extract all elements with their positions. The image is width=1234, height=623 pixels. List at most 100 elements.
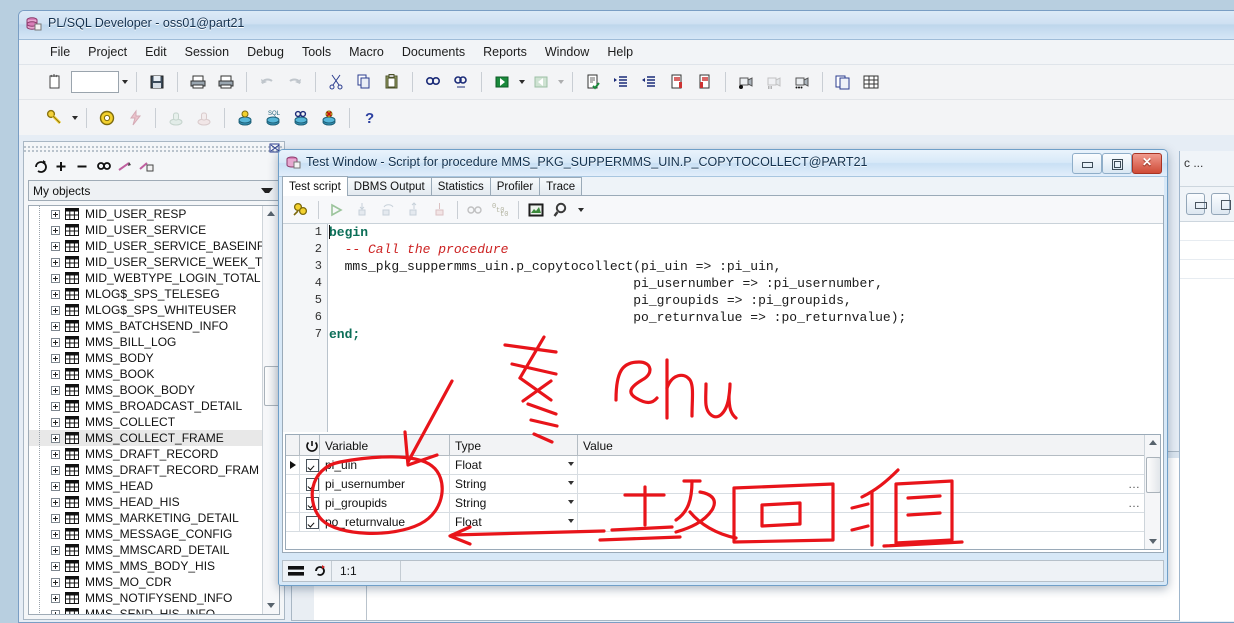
refresh-icon[interactable] [309,564,331,578]
tree-item-mms_broadcast_detail[interactable]: MMS_BROADCAST_DETAIL [29,398,263,414]
copy-window-icon[interactable] [831,70,855,94]
expand-plus-icon[interactable] [51,290,60,299]
background-maximize-icon[interactable] [1211,193,1231,215]
expand-plus-icon[interactable] [51,274,60,283]
tree-item-mms_book_body[interactable]: MMS_BOOK_BODY [29,382,263,398]
find-db-icon[interactable] [289,106,313,130]
expand-plus-icon[interactable] [51,306,60,315]
tree-item-mms_marketing_detail[interactable]: MMS_MARKETING_DETAIL [29,510,263,526]
table-row[interactable]: po_returnvalue Float [286,513,1160,532]
tree-item-mlog$_sps_teleseg[interactable]: MLOG$_SPS_TELESEG [29,286,263,302]
cell-variable[interactable]: pi_usernumber [320,475,450,493]
uncomment-icon[interactable] [693,70,717,94]
row-checkbox[interactable] [300,513,320,531]
cut-icon[interactable] [324,70,348,94]
tree-item-mms_bill_log[interactable]: MMS_BILL_LOG [29,334,263,350]
row-checkbox[interactable] [300,475,320,493]
expand-plus-icon[interactable] [51,514,60,523]
expand-plus-icon[interactable] [51,418,60,427]
close-icon[interactable]: ✕ [1132,153,1162,174]
minimize-icon[interactable] [1072,153,1102,174]
find-icon[interactable] [421,70,445,94]
row-checkbox[interactable] [300,456,320,474]
find-dropdown-arrow[interactable] [575,198,586,222]
find-icon[interactable] [549,198,575,222]
cell-variable[interactable]: pi_uin [320,456,450,474]
row-checkbox[interactable] [300,494,320,512]
expand-plus-icon[interactable] [51,578,60,587]
window-list-dropdown-arrow[interactable] [119,70,130,94]
cell-value[interactable] [578,513,1160,531]
expand-plus-icon[interactable] [51,466,60,475]
grid-icon[interactable] [859,70,883,94]
tab-profiler[interactable]: Profiler [489,177,541,196]
cell-variable[interactable]: po_returnvalue [320,513,450,531]
expand-plus-icon[interactable] [51,370,60,379]
scroll-down-arrow[interactable] [263,598,279,614]
tree-item-mms_message_config[interactable]: MMS_MESSAGE_CONFIG [29,526,263,542]
chevron-down-icon[interactable] [568,500,574,504]
chevron-down-icon[interactable] [568,481,574,485]
object-tree[interactable]: MID_USER_RESP MID_USER_SERVICE MID_USER_SE… [29,206,263,614]
tree-item-mms_batchsend_info[interactable]: MMS_BATCHSEND_INFO [29,318,263,334]
menu-help[interactable]: Help [598,42,642,62]
expand-plus-icon[interactable] [51,242,60,251]
object-tree-scrollbar[interactable] [262,206,279,614]
expand-plus-icon[interactable] [51,482,60,491]
tree-item-mms_collect[interactable]: MMS_COLLECT [29,414,263,430]
expand-plus-icon[interactable] [51,226,60,235]
tree-item-mid_webtype_login_total[interactable]: MID_WEBTYPE_LOGIN_TOTAL [29,270,263,286]
scroll-up-arrow[interactable] [263,206,279,222]
cell-variable[interactable]: pi_groupids [320,494,450,512]
expand-plus-icon[interactable] [51,562,60,571]
tree-item-mid_user_service_week_t[interactable]: MID_USER_SERVICE_WEEK_T [29,254,263,270]
tree-item-mms_mms_body_his[interactable]: MMS_MMS_BODY_HIS [29,558,263,574]
tree-item-mms_draft_record[interactable]: MMS_DRAFT_RECORD [29,446,263,462]
test-script-editor[interactable]: 1 2 3 4 5 6 7 begin -- Call the procedur… [283,224,1163,432]
view-icon[interactable] [523,198,549,222]
expand-plus-icon[interactable] [51,530,60,539]
tree-item-mms_send_his_info[interactable]: MMS_SEND_HIS_INFO [29,606,263,614]
tree-item-mms_mmscard_detail[interactable]: MMS_MMSCARD_DETAIL [29,542,263,558]
value-ellipsis-button[interactable]: … [1128,496,1141,510]
expand-plus-icon[interactable] [51,386,60,395]
editor-text[interactable]: begin -- Call the procedure mms_pkg_supp… [329,224,1161,432]
cell-type[interactable]: String [450,494,578,512]
tree-item-mid_user_service_baseinf[interactable]: MID_USER_SERVICE_BASEINF [29,238,263,254]
header-type[interactable]: Type [450,435,578,455]
object-filter-dropdown[interactable]: My objects [28,180,280,201]
open-dropdown-arrow[interactable] [516,70,527,94]
grid-scrollbar[interactable] [1144,435,1160,549]
disconnect-icon[interactable] [317,106,341,130]
expand-plus-icon[interactable] [51,450,60,459]
login-icon[interactable] [233,106,257,130]
expand-plus-icon[interactable] [51,610,60,614]
print-icon[interactable] [186,70,210,94]
tree-item-mid_user_service[interactable]: MID_USER_SERVICE [29,222,263,238]
copy-name-icon[interactable] [135,156,156,176]
tree-item-mms_draft_record_fram[interactable]: MMS_DRAFT_RECORD_FRAM [29,462,263,478]
cell-value[interactable]: … [578,494,1160,512]
tab-test-script[interactable]: Test script [282,176,348,196]
maximize-icon[interactable] [1102,153,1132,174]
header-variable[interactable]: Variable [320,435,450,455]
table-row[interactable]: pi_usernumber String … [286,475,1160,494]
expand-plus-icon[interactable] [51,210,60,219]
variables-grid[interactable]: Variable Type Value pi_uin Float pi_user… [285,434,1161,550]
chevron-down-icon[interactable] [568,519,574,523]
tree-item-mms_book[interactable]: MMS_BOOK [29,366,263,382]
help-icon[interactable]: ? [358,106,382,130]
menu-documents[interactable]: Documents [393,42,474,62]
find-icon[interactable] [93,156,114,176]
scroll-up-arrow[interactable] [1145,435,1160,450]
menu-tools[interactable]: Tools [293,42,340,62]
value-ellipsis-button[interactable]: … [1128,477,1141,491]
menu-macro[interactable]: Macro [340,42,393,62]
open-icon[interactable] [490,70,514,94]
test-window[interactable]: Test Window - Script for procedure MMS_P… [278,149,1168,586]
test-window-titlebar[interactable]: Test Window - Script for procedure MMS_P… [279,150,1167,177]
save-icon[interactable] [145,70,169,94]
expand-plus-icon[interactable] [51,338,60,347]
tree-item-mms_head_his[interactable]: MMS_HEAD_HIS [29,494,263,510]
indent-icon[interactable] [609,70,633,94]
